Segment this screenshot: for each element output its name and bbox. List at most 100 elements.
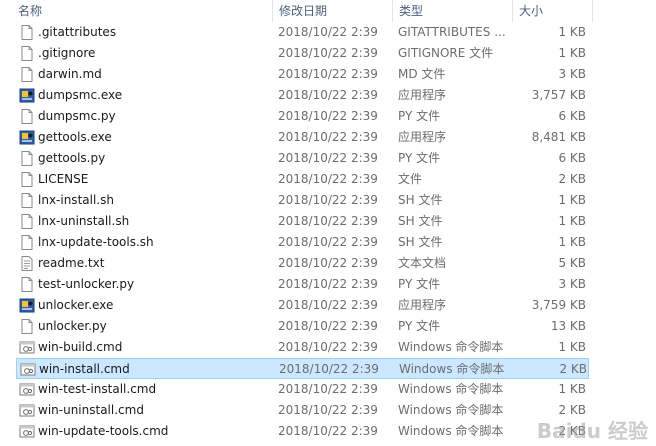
file-size: 1 KB <box>558 340 586 354</box>
file-name: win-test-install.cmd <box>38 382 157 396</box>
file-row[interactable]: lnx-uninstall.sh 2018/10/22 2:39 SH 文件 1 KB <box>16 211 589 232</box>
file-date: 2018/10/22 2:39 <box>278 88 378 102</box>
file-name: LICENSE <box>38 172 89 186</box>
file-row[interactable]: test-unlocker.py 2018/10/22 2:39 PY 文件 3 KB <box>16 274 589 295</box>
column-header-name[interactable]: 名称 <box>18 0 42 22</box>
file-name: win-uninstall.cmd <box>38 403 144 417</box>
file-size: 1 KB <box>558 235 586 249</box>
column-header-size[interactable]: 大小 <box>519 0 543 22</box>
exe-icon <box>19 129 35 146</box>
file-date: 2018/10/22 2:39 <box>278 151 378 165</box>
column-divider[interactable] <box>512 0 513 22</box>
file-size: 2 KB <box>559 362 587 376</box>
file-icon <box>19 171 35 188</box>
file-name: readme.txt <box>38 256 105 270</box>
file-name: gettools.py <box>38 151 106 165</box>
file-row[interactable]: win-test-install.cmd 2018/10/22 2:39 Windo… <box>16 379 589 400</box>
file-size: 2 KB <box>558 172 586 186</box>
file-date: 2018/10/22 2:39 <box>278 235 378 249</box>
file-size: 1 KB <box>558 214 586 228</box>
file-date: 2018/10/22 2:39 <box>278 46 378 60</box>
file-name: unlocker.py <box>38 319 107 333</box>
file-row[interactable]: lnx-update-tools.sh 2018/10/22 2:39 SH 文件 1… <box>16 232 589 253</box>
file-type: MD 文件 <box>398 67 446 81</box>
file-size: 8,481 KB <box>531 130 586 144</box>
file-name: dumpsmc.exe <box>38 88 123 102</box>
file-row[interactable]: gettools.exe 2018/10/22 2:39 应用程序 8,481 KB <box>16 127 589 148</box>
file-row[interactable]: win-uninstall.cmd 2018/10/22 2:39 Windows … <box>16 400 589 421</box>
file-date: 2018/10/22 2:39 <box>278 130 378 144</box>
file-icon <box>19 24 35 41</box>
file-type: GITATTRIBUTES ... <box>398 25 506 39</box>
sort-ascending-icon: ^ <box>139 0 147 6</box>
file-type: PY 文件 <box>398 109 441 123</box>
file-type: Windows 命令脚本 <box>399 362 505 376</box>
file-icon <box>19 45 35 62</box>
file-row[interactable]: lnx-install.sh 2018/10/22 2:39 SH 文件 1 KB <box>16 190 589 211</box>
file-date: 2018/10/22 2:39 <box>278 256 378 270</box>
cmd-icon <box>19 402 35 419</box>
file-type: SH 文件 <box>398 214 443 228</box>
file-name: darwin.md <box>38 67 102 81</box>
file-row[interactable]: dumpsmc.py 2018/10/22 2:39 PY 文件 6 KB <box>16 106 589 127</box>
file-size: 3 KB <box>558 277 586 291</box>
file-name: unlocker.exe <box>38 298 114 312</box>
file-name: win-update-tools.cmd <box>38 424 169 438</box>
file-type: SH 文件 <box>398 193 443 207</box>
file-size: 5 KB <box>558 256 586 270</box>
file-type: 应用程序 <box>398 88 447 102</box>
file-size: 1 KB <box>558 46 586 60</box>
file-row[interactable]: unlocker.exe 2018/10/22 2:39 应用程序 3,759 KB <box>16 295 589 316</box>
file-size: 6 KB <box>558 109 586 123</box>
file-name: lnx-install.sh <box>38 193 114 207</box>
file-date: 2018/10/22 2:39 <box>278 403 378 417</box>
file-type: Windows 命令脚本 <box>398 424 504 438</box>
file-type: Windows 命令脚本 <box>398 340 504 354</box>
text-file-icon <box>19 255 35 272</box>
file-name: lnx-update-tools.sh <box>38 235 154 249</box>
baidu-watermark: Baidu 经验 <box>536 419 648 443</box>
column-divider[interactable] <box>392 0 393 22</box>
file-size: 1 KB <box>558 382 586 396</box>
file-name: win-install.cmd <box>39 362 130 376</box>
file-row[interactable]: gettools.py 2018/10/22 2:39 PY 文件 6 KB <box>16 148 589 169</box>
file-row[interactable]: LICENSE 2018/10/22 2:39 文件 2 KB <box>16 169 589 190</box>
file-row[interactable]: dumpsmc.exe 2018/10/22 2:39 应用程序 3,757 KB <box>16 85 589 106</box>
file-date: 2018/10/22 2:39 <box>278 67 378 81</box>
column-header-date[interactable]: 修改日期 <box>279 0 327 22</box>
file-size: 1 KB <box>558 193 586 207</box>
file-row[interactable]: darwin.md 2018/10/22 2:39 MD 文件 3 KB <box>16 64 589 85</box>
column-divider[interactable] <box>592 0 593 22</box>
file-row[interactable]: win-build.cmd 2018/10/22 2:39 Windows 命令脚本… <box>16 337 589 358</box>
file-date: 2018/10/22 2:39 <box>278 193 378 207</box>
column-divider[interactable] <box>272 0 273 22</box>
file-type: Windows 命令脚本 <box>398 382 504 396</box>
file-size: 3,759 KB <box>531 298 586 312</box>
cmd-icon <box>19 339 35 356</box>
file-size: 3 KB <box>558 67 586 81</box>
file-type: 文件 <box>398 172 423 186</box>
cmd-icon <box>19 381 35 398</box>
column-header-type[interactable]: 类型 <box>399 0 423 22</box>
file-date: 2018/10/22 2:39 <box>278 319 378 333</box>
file-type: 应用程序 <box>398 130 447 144</box>
file-size: 6 KB <box>558 151 586 165</box>
file-date: 2018/10/22 2:39 <box>278 298 378 312</box>
file-row[interactable]: .gitignore 2018/10/22 2:39 GITIGNORE 文件 1 K… <box>16 43 589 64</box>
file-row[interactable]: unlocker.py 2018/10/22 2:39 PY 文件 13 KB <box>16 316 589 337</box>
file-date: 2018/10/22 2:39 <box>278 25 378 39</box>
column-header-bar: 名称 ^ 修改日期 类型 大小 <box>0 0 656 22</box>
file-date: 2018/10/22 2:39 <box>278 214 378 228</box>
file-row[interactable]: .gitattributes 2018/10/22 2:39 GITATTRIBUT… <box>16 22 589 43</box>
file-date: 2018/10/22 2:39 <box>278 172 378 186</box>
file-type: Windows 命令脚本 <box>398 403 504 417</box>
file-row[interactable]: win-update-tools.cmd 2018/10/22 2:39 Windo… <box>16 421 589 442</box>
file-date: 2018/10/22 2:39 <box>278 109 378 123</box>
exe-icon <box>19 297 35 314</box>
file-name: .gitignore <box>38 46 96 60</box>
file-size: 13 KB <box>550 319 586 333</box>
file-date: 2018/10/22 2:39 <box>278 340 378 354</box>
file-row[interactable]: win-install.cmd 2018/10/22 2:39 Windows 命令… <box>16 358 589 379</box>
cmd-icon <box>20 361 36 378</box>
file-row[interactable]: readme.txt 2018/10/22 2:39 文本文档 5 KB <box>16 253 589 274</box>
